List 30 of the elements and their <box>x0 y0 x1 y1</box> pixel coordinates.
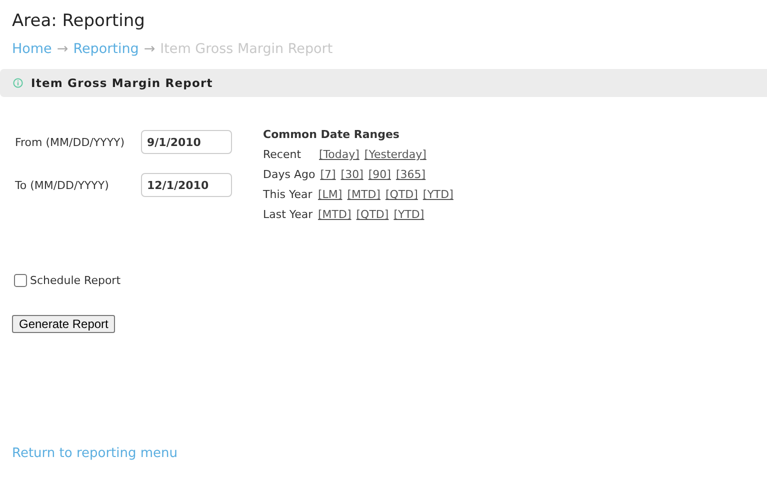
date-range-link[interactable]: [7] <box>320 168 336 181</box>
date-range-link[interactable]: [LM] <box>318 188 342 201</box>
range-label: Days Ago <box>263 168 316 181</box>
range-label: Last Year <box>263 208 313 221</box>
date-field[interactable]: 9/1/2010 <box>141 130 232 154</box>
panel-title: Item Gross Margin Report <box>31 76 213 90</box>
date-range-link[interactable]: [QTD] <box>385 188 418 201</box>
range-label: Recent <box>263 148 302 161</box>
breadcrumb-separator: → <box>56 40 68 58</box>
checkbox-label: Schedule Report <box>30 274 121 287</box>
date-range-link[interactable]: [Yesterday] <box>364 148 426 161</box>
date-range-link[interactable]: [90] <box>368 168 391 181</box>
date-ranges-heading: Common Date Ranges <box>263 128 400 141</box>
date-range-link[interactable]: [30] <box>340 168 364 181</box>
date-range-link[interactable]: [QTD] <box>356 208 389 221</box>
range-label: This Year <box>263 188 313 201</box>
date-range-link[interactable]: [YTD] <box>422 188 454 201</box>
schedule-checkbox[interactable] <box>14 274 27 287</box>
date-range-link[interactable]: [365] <box>396 168 426 181</box>
info-icon <box>13 78 23 88</box>
date-field[interactable]: 12/1/2010 <box>141 173 232 197</box>
field-label: From (MM/DD/YYYY) <box>15 136 126 148</box>
date-range-link[interactable]: [Today] <box>319 148 360 161</box>
page-title: Area: Reporting <box>12 10 146 32</box>
generate-report-button[interactable]: Generate Report <box>12 315 116 333</box>
date-range-link[interactable]: [YTD] <box>394 208 424 221</box>
field-label: To (MM/DD/YYYY) <box>15 178 110 192</box>
breadcrumb-separator: → <box>144 40 156 58</box>
date-range-link[interactable]: [MTD] <box>318 208 352 221</box>
date-range-link[interactable]: [MTD] <box>347 188 380 201</box>
